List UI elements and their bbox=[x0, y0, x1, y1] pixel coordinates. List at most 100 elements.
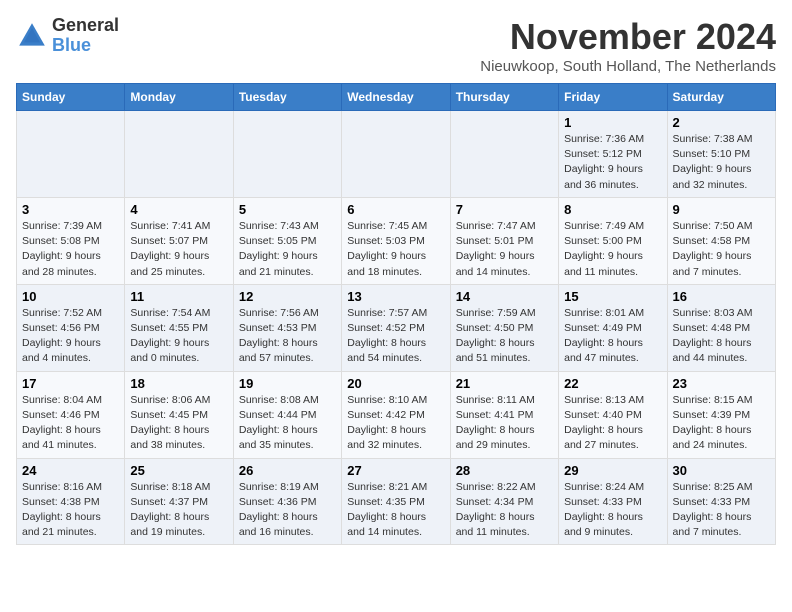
day-info: Sunrise: 7:52 AM Sunset: 4:56 PM Dayligh… bbox=[22, 306, 119, 367]
day-info: Sunrise: 7:38 AM Sunset: 5:10 PM Dayligh… bbox=[673, 132, 770, 193]
day-number: 19 bbox=[239, 376, 336, 391]
calendar-week-2: 3 Sunrise: 7:39 AM Sunset: 5:08 PM Daylig… bbox=[17, 197, 776, 284]
day-info: Sunrise: 8:06 AM Sunset: 4:45 PM Dayligh… bbox=[130, 393, 227, 454]
calendar-week-1: 1 Sunrise: 7:36 AM Sunset: 5:12 PM Daylig… bbox=[17, 111, 776, 198]
calendar-cell: 7 Sunrise: 7:47 AM Sunset: 5:01 PM Daylig… bbox=[450, 197, 558, 284]
day-info: Sunrise: 8:25 AM Sunset: 4:33 PM Dayligh… bbox=[673, 480, 770, 541]
calendar-cell: 17 Sunrise: 8:04 AM Sunset: 4:46 PM Dayli… bbox=[17, 371, 125, 458]
calendar-cell: 27 Sunrise: 8:21 AM Sunset: 4:35 PM Dayli… bbox=[342, 458, 450, 545]
calendar-cell: 21 Sunrise: 8:11 AM Sunset: 4:41 PM Dayli… bbox=[450, 371, 558, 458]
day-number: 9 bbox=[673, 202, 770, 217]
day-number: 1 bbox=[564, 115, 661, 130]
calendar-cell: 29Sunrise: 8:24 AM Sunset: 4:33 PM Dayli… bbox=[559, 458, 667, 545]
day-info: Sunrise: 7:43 AM Sunset: 5:05 PM Dayligh… bbox=[239, 219, 336, 280]
day-number: 12 bbox=[239, 289, 336, 304]
day-number: 4 bbox=[130, 202, 227, 217]
day-info: Sunrise: 7:50 AM Sunset: 4:58 PM Dayligh… bbox=[673, 219, 770, 280]
calendar-cell: 25 Sunrise: 8:18 AM Sunset: 4:37 PM Dayli… bbox=[125, 458, 233, 545]
day-info: Sunrise: 8:13 AM Sunset: 4:40 PM Dayligh… bbox=[564, 393, 661, 454]
day-info: Sunrise: 7:57 AM Sunset: 4:52 PM Dayligh… bbox=[347, 306, 444, 367]
title-block: November 2024 Nieuwkoop, South Holland, … bbox=[480, 16, 776, 75]
day-number: 23 bbox=[673, 376, 770, 391]
page-header: General Blue November 2024 Nieuwkoop, So… bbox=[16, 16, 776, 75]
day-number: 15 bbox=[564, 289, 661, 304]
weekday-sunday: Sunday bbox=[17, 84, 125, 111]
calendar-cell: 9 Sunrise: 7:50 AM Sunset: 4:58 PM Daylig… bbox=[667, 197, 775, 284]
day-info: Sunrise: 7:56 AM Sunset: 4:53 PM Dayligh… bbox=[239, 306, 336, 367]
calendar-cell: 22 Sunrise: 8:13 AM Sunset: 4:40 PM Dayli… bbox=[559, 371, 667, 458]
day-info: Sunrise: 7:36 AM Sunset: 5:12 PM Dayligh… bbox=[564, 132, 661, 193]
day-info: Sunrise: 8:01 AM Sunset: 4:49 PM Dayligh… bbox=[564, 306, 661, 367]
day-number: 26 bbox=[239, 463, 336, 478]
calendar-cell: 5Sunrise: 7:43 AM Sunset: 5:05 PM Daylig… bbox=[233, 197, 341, 284]
weekday-friday: Friday bbox=[559, 84, 667, 111]
weekday-wednesday: Wednesday bbox=[342, 84, 450, 111]
calendar-cell: 30 Sunrise: 8:25 AM Sunset: 4:33 PM Dayli… bbox=[667, 458, 775, 545]
day-number: 30 bbox=[673, 463, 770, 478]
day-info: Sunrise: 7:45 AM Sunset: 5:03 PM Dayligh… bbox=[347, 219, 444, 280]
calendar-cell: 8 Sunrise: 7:49 AM Sunset: 5:00 PM Daylig… bbox=[559, 197, 667, 284]
calendar-cell: 3 Sunrise: 7:39 AM Sunset: 5:08 PM Daylig… bbox=[17, 197, 125, 284]
calendar-cell: 16 Sunrise: 8:03 AM Sunset: 4:48 PM Dayli… bbox=[667, 284, 775, 371]
calendar-week-4: 17 Sunrise: 8:04 AM Sunset: 4:46 PM Dayli… bbox=[17, 371, 776, 458]
calendar-week-5: 24Sunrise: 8:16 AM Sunset: 4:38 PM Dayli… bbox=[17, 458, 776, 545]
day-number: 22 bbox=[564, 376, 661, 391]
logo-icon bbox=[16, 20, 48, 52]
day-number: 7 bbox=[456, 202, 553, 217]
day-info: Sunrise: 8:21 AM Sunset: 4:35 PM Dayligh… bbox=[347, 480, 444, 541]
calendar-cell: 1 Sunrise: 7:36 AM Sunset: 5:12 PM Daylig… bbox=[559, 111, 667, 198]
day-info: Sunrise: 8:15 AM Sunset: 4:39 PM Dayligh… bbox=[673, 393, 770, 454]
calendar-cell bbox=[125, 111, 233, 198]
day-info: Sunrise: 8:24 AM Sunset: 4:33 PM Dayligh… bbox=[564, 480, 661, 541]
day-number: 25 bbox=[130, 463, 227, 478]
weekday-thursday: Thursday bbox=[450, 84, 558, 111]
day-number: 20 bbox=[347, 376, 444, 391]
calendar-week-3: 10Sunrise: 7:52 AM Sunset: 4:56 PM Dayli… bbox=[17, 284, 776, 371]
day-number: 28 bbox=[456, 463, 553, 478]
day-info: Sunrise: 8:19 AM Sunset: 4:36 PM Dayligh… bbox=[239, 480, 336, 541]
day-number: 11 bbox=[130, 289, 227, 304]
day-number: 27 bbox=[347, 463, 444, 478]
day-info: Sunrise: 8:11 AM Sunset: 4:41 PM Dayligh… bbox=[456, 393, 553, 454]
month-title: November 2024 bbox=[480, 16, 776, 58]
day-number: 24 bbox=[22, 463, 119, 478]
calendar-cell bbox=[450, 111, 558, 198]
weekday-header-row: SundayMondayTuesdayWednesdayThursdayFrid… bbox=[17, 84, 776, 111]
calendar-cell: 26 Sunrise: 8:19 AM Sunset: 4:36 PM Dayli… bbox=[233, 458, 341, 545]
calendar-body: 1 Sunrise: 7:36 AM Sunset: 5:12 PM Daylig… bbox=[17, 111, 776, 545]
day-info: Sunrise: 8:22 AM Sunset: 4:34 PM Dayligh… bbox=[456, 480, 553, 541]
calendar-cell: 11Sunrise: 7:54 AM Sunset: 4:55 PM Dayli… bbox=[125, 284, 233, 371]
day-info: Sunrise: 8:04 AM Sunset: 4:46 PM Dayligh… bbox=[22, 393, 119, 454]
day-info: Sunrise: 8:18 AM Sunset: 4:37 PM Dayligh… bbox=[130, 480, 227, 541]
day-number: 21 bbox=[456, 376, 553, 391]
day-info: Sunrise: 8:03 AM Sunset: 4:48 PM Dayligh… bbox=[673, 306, 770, 367]
logo-text: General Blue bbox=[52, 16, 119, 56]
day-info: Sunrise: 7:39 AM Sunset: 5:08 PM Dayligh… bbox=[22, 219, 119, 280]
day-number: 8 bbox=[564, 202, 661, 217]
calendar-cell: 14 Sunrise: 7:59 AM Sunset: 4:50 PM Dayli… bbox=[450, 284, 558, 371]
calendar-cell bbox=[17, 111, 125, 198]
calendar-cell: 4 Sunrise: 7:41 AM Sunset: 5:07 PM Daylig… bbox=[125, 197, 233, 284]
calendar-cell: 15 Sunrise: 8:01 AM Sunset: 4:49 PM Dayli… bbox=[559, 284, 667, 371]
day-number: 3 bbox=[22, 202, 119, 217]
weekday-tuesday: Tuesday bbox=[233, 84, 341, 111]
day-info: Sunrise: 7:47 AM Sunset: 5:01 PM Dayligh… bbox=[456, 219, 553, 280]
day-info: Sunrise: 7:41 AM Sunset: 5:07 PM Dayligh… bbox=[130, 219, 227, 280]
day-number: 16 bbox=[673, 289, 770, 304]
day-number: 14 bbox=[456, 289, 553, 304]
day-number: 2 bbox=[673, 115, 770, 130]
calendar-cell: 13 Sunrise: 7:57 AM Sunset: 4:52 PM Dayli… bbox=[342, 284, 450, 371]
calendar-table: SundayMondayTuesdayWednesdayThursdayFrid… bbox=[16, 83, 776, 545]
calendar-cell: 23 Sunrise: 8:15 AM Sunset: 4:39 PM Dayli… bbox=[667, 371, 775, 458]
day-info: Sunrise: 8:08 AM Sunset: 4:44 PM Dayligh… bbox=[239, 393, 336, 454]
calendar-cell: 20Sunrise: 8:10 AM Sunset: 4:42 PM Dayli… bbox=[342, 371, 450, 458]
calendar-cell: 6 Sunrise: 7:45 AM Sunset: 5:03 PM Daylig… bbox=[342, 197, 450, 284]
calendar-cell bbox=[233, 111, 341, 198]
calendar-cell: 19 Sunrise: 8:08 AM Sunset: 4:44 PM Dayli… bbox=[233, 371, 341, 458]
day-info: Sunrise: 7:59 AM Sunset: 4:50 PM Dayligh… bbox=[456, 306, 553, 367]
weekday-saturday: Saturday bbox=[667, 84, 775, 111]
day-number: 6 bbox=[347, 202, 444, 217]
day-number: 13 bbox=[347, 289, 444, 304]
day-info: Sunrise: 7:49 AM Sunset: 5:00 PM Dayligh… bbox=[564, 219, 661, 280]
day-number: 17 bbox=[22, 376, 119, 391]
